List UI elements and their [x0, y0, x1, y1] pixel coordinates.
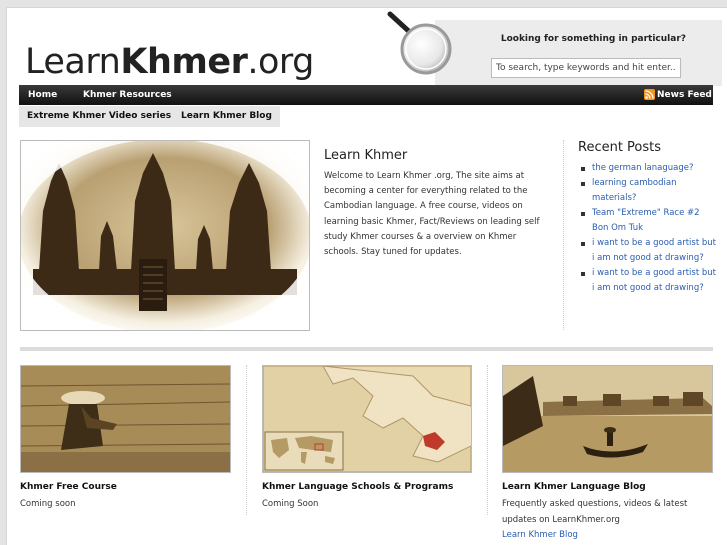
recent-post[interactable]: i want to be a good artist but i am not … — [578, 236, 718, 266]
card-text: Coming soon — [20, 499, 76, 509]
search-title: Looking for something in particular? — [500, 34, 686, 44]
section-divider — [20, 347, 713, 351]
recent-post[interactable]: the german lanaguage? — [578, 161, 718, 176]
recent-posts-list: the german lanaguage? learning cambodian… — [578, 161, 718, 296]
nav-home[interactable]: Home — [28, 85, 57, 105]
angkor-temple-image — [20, 140, 310, 331]
asia-map-image[interactable] — [262, 365, 472, 473]
recent-post[interactable]: learning cambodian materials? — [578, 176, 718, 206]
site-logo[interactable]: LearnKhmer.org — [25, 42, 314, 82]
rss-icon[interactable] — [644, 89, 655, 100]
nav-news-feed[interactable]: News Feed — [657, 85, 712, 105]
intro-title: Learn Khmer — [324, 148, 408, 163]
nav-khmer-resources[interactable]: Khmer Resources — [83, 85, 172, 105]
river-boat-image[interactable] — [502, 365, 713, 473]
learn-khmer-blog-link[interactable]: Learn Khmer Blog — [502, 530, 578, 540]
card-text: Coming Soon — [262, 499, 319, 509]
card-text: Frequently asked questions, videos & lat… — [502, 497, 697, 544]
card-text-body: Frequently asked questions, videos & lat… — [502, 499, 688, 525]
card-divider — [487, 365, 488, 515]
card-title[interactable]: Learn Khmer Language Blog — [502, 482, 646, 492]
farmer-image[interactable] — [20, 365, 231, 473]
subnav-extreme-video-series[interactable]: Extreme Khmer Video series — [19, 106, 180, 127]
search-input[interactable] — [491, 58, 681, 78]
magnifier-icon — [387, 11, 452, 75]
recent-post[interactable]: i want to be a good artist but i am not … — [578, 266, 718, 296]
card-title[interactable]: Khmer Free Course — [20, 482, 117, 492]
recent-posts-title: Recent Posts — [578, 140, 662, 155]
page: LearnKhmer.org Looking for something in … — [6, 7, 727, 545]
main-nav: Home Khmer Resources News Feed — [19, 85, 713, 105]
subnav-learn-khmer-blog[interactable]: Learn Khmer Blog — [173, 106, 280, 127]
recent-post[interactable]: Team "Extreme" Race #2 Bon Om Tuk — [578, 206, 718, 236]
card-title[interactable]: Khmer Language Schools & Programs — [262, 482, 453, 492]
card-divider — [246, 365, 247, 515]
column-divider — [563, 140, 564, 330]
intro-text: Welcome to Learn Khmer .org, The site ai… — [324, 171, 540, 258]
search-panel: Looking for something in particular? — [435, 20, 722, 86]
